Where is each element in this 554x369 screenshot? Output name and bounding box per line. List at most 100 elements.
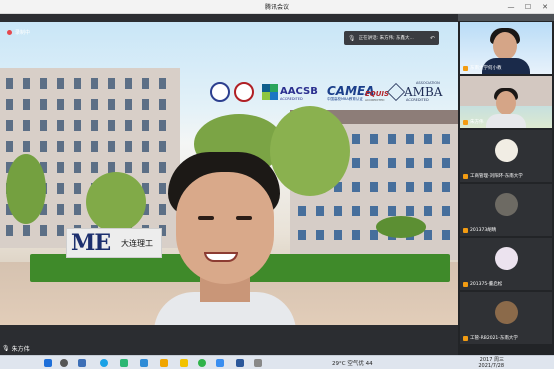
participant-tile[interactable]: 工管-RB2021-东南大学 bbox=[460, 292, 552, 344]
window-title: 腾讯会议 bbox=[264, 4, 289, 11]
participant-tile[interactable]: 201373胡晴 bbox=[460, 184, 552, 236]
window-pane bbox=[57, 183, 64, 194]
window-pane bbox=[298, 230, 306, 240]
window-pane bbox=[388, 182, 396, 192]
amba-logo-text: AMBA bbox=[404, 85, 443, 99]
participant-name: 201375-董启松 bbox=[470, 282, 503, 287]
tree bbox=[86, 172, 146, 232]
word-icon[interactable] bbox=[236, 359, 244, 367]
participant-tile[interactable]: 朱方伟 bbox=[460, 76, 552, 128]
wechat-icon[interactable] bbox=[198, 359, 206, 367]
participant-tile[interactable]: 东南大学何小教 bbox=[460, 22, 552, 74]
university-seal-icon bbox=[210, 82, 230, 102]
window-pane bbox=[406, 134, 414, 144]
participant-tile[interactable]: 工商管理-刘阳环-东南大学 bbox=[460, 130, 552, 182]
speaker-video: ME 大连理工 AACSB ACCREDITED CAMEA 中国高校MBA教育… bbox=[0, 22, 458, 325]
window-pane bbox=[352, 182, 360, 192]
window-pane bbox=[57, 225, 64, 236]
window-pane bbox=[388, 158, 396, 168]
tree bbox=[6, 154, 46, 224]
edge-icon[interactable] bbox=[100, 359, 108, 367]
window-pane bbox=[6, 141, 13, 152]
window-pane bbox=[442, 230, 450, 240]
window-pane bbox=[125, 162, 132, 173]
window-pane bbox=[40, 99, 47, 110]
participant-name: 朱方伟 bbox=[470, 120, 484, 125]
window-pane bbox=[142, 120, 149, 131]
aacsb-logo-subtext: ACCREDITED bbox=[280, 97, 303, 101]
amba-logo-bottomtext: ACCREDITED bbox=[406, 98, 429, 102]
window-pane bbox=[334, 230, 342, 240]
window-pane bbox=[442, 206, 450, 216]
window-pane bbox=[74, 162, 81, 173]
window-pane bbox=[388, 134, 396, 144]
window-pane bbox=[298, 206, 306, 216]
window-pane bbox=[57, 120, 64, 131]
window-pane bbox=[424, 206, 432, 216]
window-pane bbox=[108, 99, 115, 110]
window-pane bbox=[91, 162, 98, 173]
school-sign: ME 大连理工 bbox=[66, 228, 162, 258]
microphone-icon: 🎙 bbox=[348, 34, 356, 42]
speaker-name-tag: 🎙 朱方伟 bbox=[2, 344, 30, 353]
search-icon[interactable] bbox=[60, 359, 68, 367]
school-seal-icon bbox=[234, 82, 254, 102]
maximize-button[interactable]: ☐ bbox=[521, 1, 535, 13]
start-icon[interactable] bbox=[44, 359, 52, 367]
window-pane bbox=[406, 158, 414, 168]
sidebar-scroll-strip[interactable] bbox=[458, 14, 554, 21]
app-icon[interactable] bbox=[254, 359, 262, 367]
window-pane bbox=[6, 99, 13, 110]
window-pane bbox=[370, 206, 378, 216]
participant-name: 工管-RB2021-东南大学 bbox=[470, 336, 518, 341]
participant-tile[interactable]: 201375-董启松 bbox=[460, 238, 552, 290]
microphone-icon bbox=[463, 336, 468, 341]
window-pane bbox=[442, 134, 450, 144]
app-icon[interactable] bbox=[140, 359, 148, 367]
weather-widget[interactable]: 29°C 空气优 44 bbox=[332, 359, 373, 367]
close-button[interactable]: ✕ bbox=[538, 1, 552, 13]
window-pane bbox=[108, 78, 115, 89]
participant-name: 工商管理-刘阳环-东南大学 bbox=[470, 174, 523, 179]
task-view-icon[interactable] bbox=[78, 359, 86, 367]
microphone-icon bbox=[463, 66, 468, 71]
recording-indicator[interactable]: 录制中 bbox=[4, 26, 35, 38]
main-video-area[interactable]: ME 大连理工 AACSB ACCREDITED CAMEA 中国高校MBA教育… bbox=[0, 14, 458, 355]
window-pane bbox=[91, 78, 98, 89]
avatar bbox=[495, 247, 518, 270]
microphone-icon bbox=[463, 282, 468, 287]
window-pane bbox=[159, 99, 166, 110]
speaker-name: 朱方伟 bbox=[11, 346, 30, 353]
recording-label: 录制中 bbox=[15, 29, 31, 36]
window-pane bbox=[57, 204, 64, 215]
window-pane bbox=[406, 206, 414, 216]
shrub bbox=[376, 216, 426, 238]
window-pane bbox=[6, 78, 13, 89]
window-pane bbox=[334, 206, 342, 216]
app-icon[interactable] bbox=[120, 359, 128, 367]
window-pane bbox=[74, 183, 81, 194]
window-pane bbox=[57, 99, 64, 110]
window-pane bbox=[125, 120, 132, 131]
window-pane bbox=[370, 182, 378, 192]
window-pane bbox=[159, 141, 166, 152]
folder-icon[interactable] bbox=[160, 359, 168, 367]
minimize-button[interactable]: — bbox=[504, 1, 518, 13]
window-pane bbox=[74, 78, 81, 89]
accreditation-logos: AACSB ACCREDITED CAMEA 中国高校MBA教育认证 EQUIS… bbox=[210, 81, 450, 104]
participant-sidebar[interactable]: 东南大学何小教 朱方伟 工商管理-刘阳环-东南大学 201373胡晴 20137… bbox=[458, 14, 554, 355]
amba-logo-icon bbox=[386, 82, 406, 102]
participant-video bbox=[496, 91, 516, 115]
window-pane bbox=[40, 120, 47, 131]
collapse-icon[interactable]: ↶ bbox=[430, 35, 435, 42]
aacsb-logo-text: AACSB bbox=[280, 86, 318, 97]
window-pane bbox=[6, 225, 13, 236]
window-pane bbox=[424, 230, 432, 240]
tencent-meeting-icon[interactable] bbox=[216, 359, 224, 367]
window-pane bbox=[142, 99, 149, 110]
clock[interactable]: 2017 周三 2021/7/28 bbox=[474, 357, 504, 369]
camea-logo-subtext: 中国高校MBA教育认证 bbox=[327, 97, 363, 101]
speaking-indicator[interactable]: 🎙 正在讲话: 朱方伟; 东鑫大... ↶ bbox=[344, 31, 439, 45]
window-pane bbox=[125, 99, 132, 110]
app-icon[interactable] bbox=[180, 359, 188, 367]
